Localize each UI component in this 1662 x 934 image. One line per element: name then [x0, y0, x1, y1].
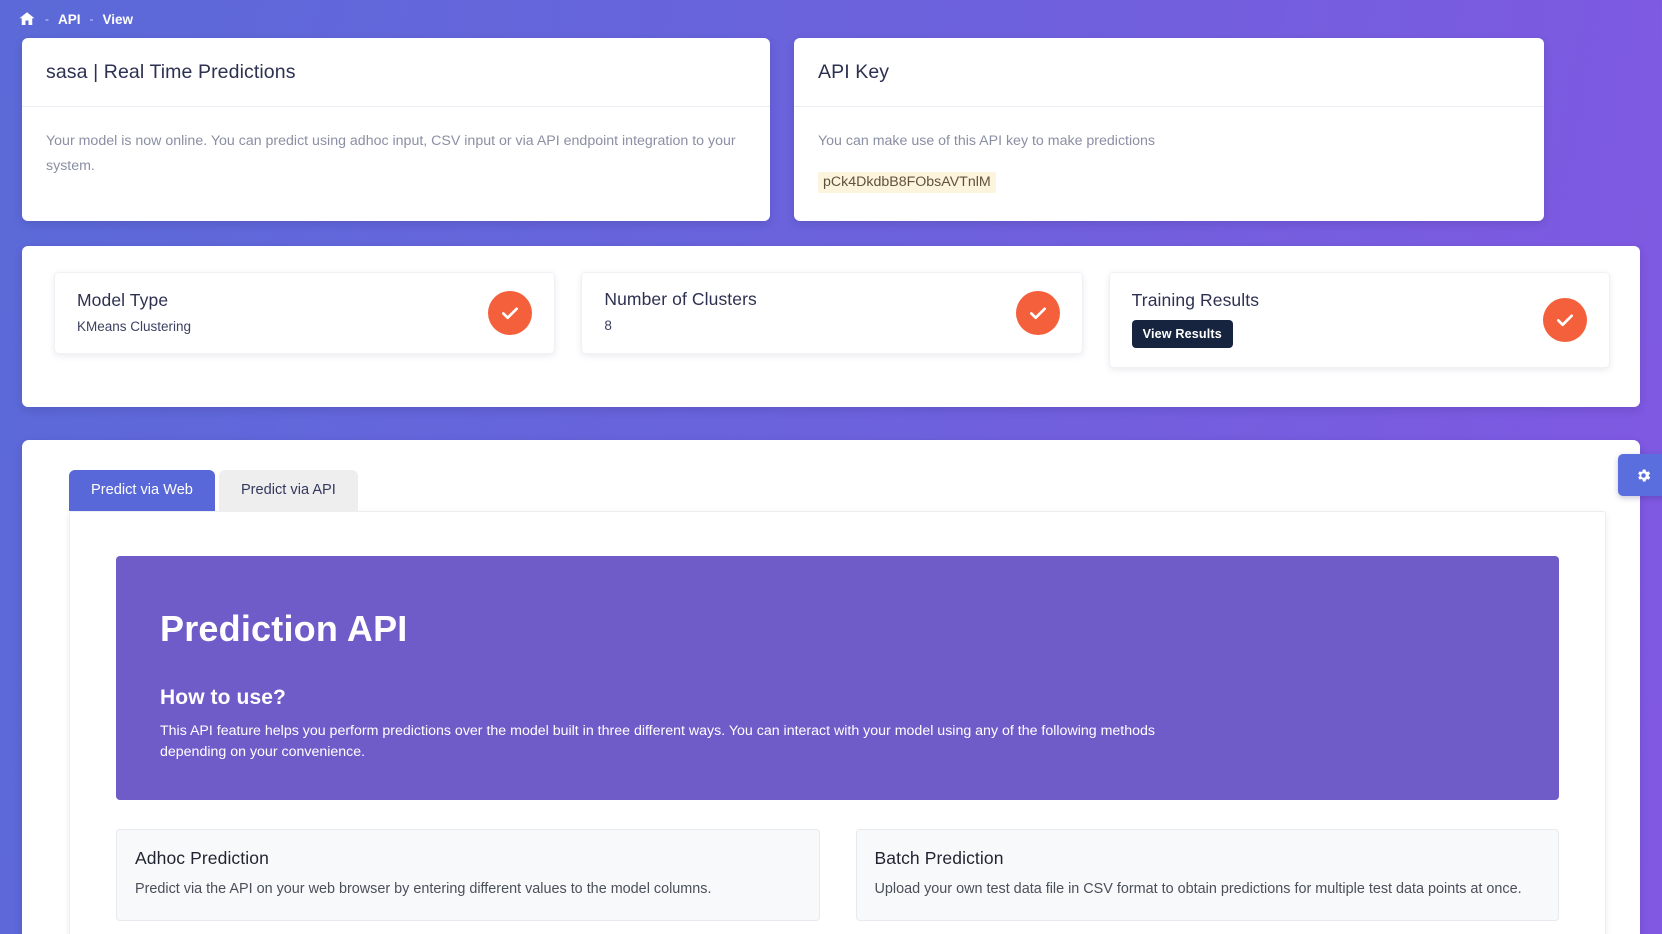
check-circle-icon: [488, 291, 533, 335]
model-summary-card-header: sasa | Real Time Predictions: [22, 38, 770, 107]
prediction-api-banner: Prediction API How to use? This API feat…: [116, 556, 1559, 800]
breadcrumb-separator-2: -: [89, 12, 94, 26]
api-key-value[interactable]: pCk4DkdbB8FObsAVTnlM: [818, 172, 996, 194]
prediction-method-row: Adhoc Prediction Predict via the API on …: [116, 829, 1559, 922]
prediction-tabs: Predict via Web Predict via API: [22, 470, 1640, 511]
check-circle-icon: [1015, 291, 1060, 335]
page-title: sasa | Real Time Predictions: [46, 61, 296, 83]
api-key-title: API Key: [818, 61, 890, 83]
method-description-batch: Upload your own test data file in CSV fo…: [874, 881, 1522, 897]
prediction-panel: Predict via Web Predict via API Predicti…: [22, 440, 1662, 934]
api-key-card-header: API Key: [794, 38, 1544, 107]
breadcrumb-item-api[interactable]: API: [58, 12, 81, 27]
method-title-batch: Batch Prediction: [874, 848, 1004, 868]
stat-card-training-results: Training Results View Results: [1108, 272, 1610, 368]
model-summary-card: sasa | Real Time Predictions Your model …: [22, 38, 770, 221]
api-key-card: API Key You can make use of this API key…: [794, 38, 1544, 221]
gear-icon: [1635, 467, 1652, 484]
tab-predict-via-web[interactable]: Predict via Web: [69, 470, 215, 511]
breadcrumb: - API - View: [0, 0, 1662, 38]
banner-title: Prediction API: [160, 608, 408, 649]
check-circle-icon: [1542, 298, 1587, 342]
api-key-card-body: You can make use of this API key to make…: [794, 107, 1544, 219]
breadcrumb-separator-1: -: [45, 12, 49, 26]
method-card-adhoc-prediction[interactable]: Adhoc Prediction Predict via the API on …: [116, 829, 820, 922]
stat-card-model-type: Model Type KMeans Clustering: [54, 272, 556, 354]
stat-card-number-of-clusters: Number of Clusters 8: [581, 272, 1083, 354]
top-card-row: sasa | Real Time Predictions Your model …: [0, 38, 1662, 221]
stat-title-training-results: Training Results: [1131, 290, 1260, 310]
tab-panel-predict-via-web: Prediction API How to use? This API feat…: [69, 511, 1606, 934]
method-title-adhoc: Adhoc Prediction: [135, 848, 269, 868]
method-description-adhoc: Predict via the API on your web browser …: [135, 881, 712, 897]
stat-value-model-type: KMeans Clustering: [77, 319, 192, 334]
tab-predict-via-api[interactable]: Predict via API: [218, 470, 358, 511]
model-summary-description: Your model is now online. You can predic…: [46, 133, 736, 175]
banner-subtitle: How to use?: [160, 686, 286, 709]
stat-card-model-type-text: Model Type KMeans Clustering: [77, 290, 191, 334]
stat-card-training-text: Training Results View Results: [1131, 290, 1260, 348]
method-card-batch-prediction[interactable]: Batch Prediction Upload your own test da…: [855, 829, 1559, 922]
stat-card-clusters-text: Number of Clusters 8: [604, 289, 757, 333]
settings-button[interactable]: [1618, 454, 1662, 496]
stat-title-clusters: Number of Clusters: [604, 289, 757, 309]
api-key-description: You can make use of this API key to make…: [818, 133, 1156, 149]
banner-description: This API feature helps you perform predi…: [160, 723, 1155, 760]
model-summary-card-body: Your model is now online. You can predic…: [22, 107, 770, 206]
breadcrumb-item-view[interactable]: View: [103, 12, 134, 27]
stat-value-clusters: 8: [604, 318, 612, 333]
stats-row: Model Type KMeans Clustering Number of C…: [22, 246, 1640, 368]
stats-panel: Model Type KMeans Clustering Number of C…: [22, 246, 1640, 407]
stat-title-model-type: Model Type: [77, 290, 169, 310]
view-results-button[interactable]: View Results: [1131, 320, 1233, 348]
home-icon[interactable]: [18, 10, 36, 28]
